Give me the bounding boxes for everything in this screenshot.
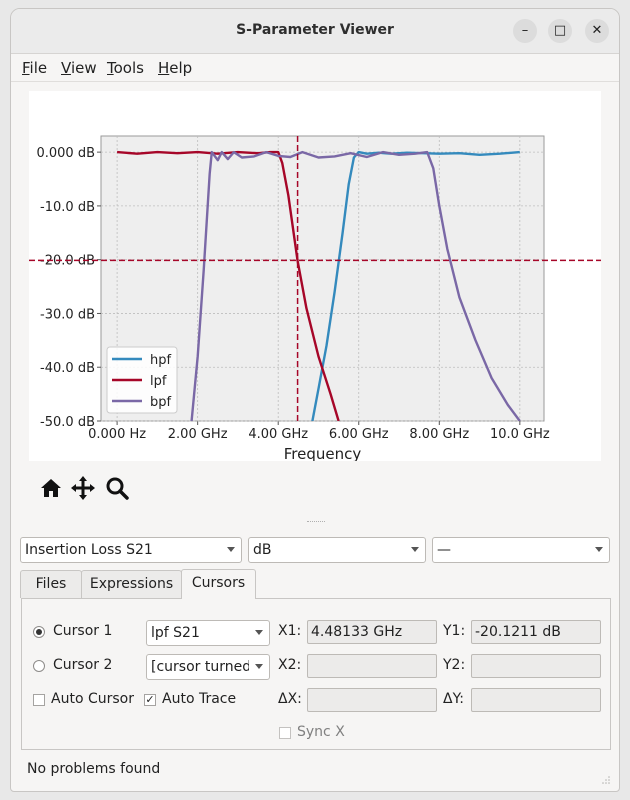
legend-label-lpf: lpf — [150, 374, 167, 389]
parameter-select-value: Insertion Loss S21 — [25, 542, 153, 558]
menu-view-accel: V — [61, 59, 71, 77]
legend-label-hpf: hpf — [150, 353, 171, 368]
legend-label-bpf: bpf — [150, 395, 172, 410]
menu-view-label: iew — [70, 59, 97, 77]
y2-label: Y2: — [443, 657, 466, 673]
status-bar-text: No problems found — [27, 761, 161, 777]
x-tick-label: 8.00 GHz — [409, 427, 469, 442]
dx-field[interactable] — [307, 688, 437, 712]
menu-file-accel: F — [22, 59, 30, 77]
unit-select-value: dB — [253, 542, 272, 558]
x-tick-label: 0.000 Hz — [88, 427, 146, 442]
menu-help-accel: H — [158, 59, 170, 77]
y1-label: Y1: — [443, 623, 466, 639]
menu-help-label: elp — [169, 59, 193, 77]
menu-view[interactable]: View — [61, 59, 97, 77]
y-tick-label: -30.0 dB — [40, 307, 95, 322]
cursors-panel: Cursor 1 lpf S21 X1: 4.48133 GHz Y1: -20… — [21, 598, 611, 750]
chevron-down-icon — [411, 547, 419, 552]
cursor1-trace-select[interactable]: lpf S21 — [146, 620, 270, 646]
cursor1-trace-value: lpf S21 — [151, 625, 200, 641]
y-tick-label: -50.0 dB — [40, 415, 95, 430]
pan-icon[interactable] — [69, 475, 97, 501]
y1-value: -20.1211 dB — [475, 624, 561, 640]
menu-tools[interactable]: Tools — [107, 59, 144, 77]
x2-field[interactable] — [307, 654, 437, 678]
x1-label: X1: — [278, 623, 302, 639]
cursor2-trace-select[interactable]: [cursor turned off] — [146, 654, 270, 680]
menu-help[interactable]: Help — [158, 59, 192, 77]
menu-tools-label: ools — [113, 59, 144, 77]
y1-field[interactable]: -20.1211 dB — [471, 620, 601, 644]
plot-canvas[interactable]: 0.000 Hz 2.00 GHz 4.00 GHz 6.00 GHz 8.00 GHz… — [29, 91, 601, 463]
third-select[interactable]: — — [432, 537, 610, 563]
third-select-value: — — [437, 542, 451, 558]
minimize-button[interactable]: – — [513, 19, 537, 43]
s-parameter-chart[interactable]: 0.000 Hz 2.00 GHz 4.00 GHz 6.00 GHz 8.00 GHz… — [29, 91, 601, 463]
x1-field[interactable]: 4.48133 GHz — [307, 620, 437, 644]
x-tick-label: 2.00 GHz — [168, 427, 228, 442]
auto-cursor-checkbox[interactable] — [33, 694, 45, 706]
x-tick-label: 10.0 GHz — [490, 427, 550, 442]
y-tick-label: -10.0 dB — [40, 200, 95, 215]
cursor2-trace-value: [cursor turned off] — [151, 659, 249, 675]
x2-label: X2: — [278, 657, 302, 673]
sync-x-label[interactable]: Sync X — [297, 724, 345, 740]
unit-select[interactable]: dB — [248, 537, 426, 563]
y-tick-label: -40.0 dB — [40, 361, 95, 376]
menu-file[interactable]: File — [22, 59, 47, 77]
tab-cursors[interactable]: Cursors — [181, 569, 256, 599]
dy-label: ΔY: — [443, 691, 464, 707]
close-button[interactable]: ✕ — [585, 19, 609, 43]
maximize-button[interactable]: □ — [548, 19, 572, 43]
resize-grip-icon[interactable] — [601, 775, 611, 785]
y-tick-label: -20.0 dB — [40, 254, 95, 269]
x1-value: 4.48133 GHz — [311, 624, 403, 640]
menu-bar: File View Tools Help — [11, 53, 619, 82]
auto-cursor-label[interactable]: Auto Cursor — [51, 691, 134, 707]
app-window: S-Parameter Viewer – □ ✕ File View Tools… — [10, 8, 620, 792]
y-tick-label: 0.000 dB — [36, 146, 95, 161]
home-icon[interactable] — [37, 475, 65, 501]
sync-x-checkbox[interactable] — [279, 727, 291, 739]
dy-field[interactable] — [471, 688, 601, 712]
splitter-handle[interactable] — [307, 521, 325, 528]
parameter-select[interactable]: Insertion Loss S21 — [20, 537, 242, 563]
x-tick-label: 6.00 GHz — [329, 427, 389, 442]
menu-tools-accel: T — [107, 59, 114, 77]
y2-field[interactable] — [471, 654, 601, 678]
auto-trace-label[interactable]: Auto Trace — [162, 691, 236, 707]
cursor1-label[interactable]: Cursor 1 — [53, 623, 112, 639]
cursor2-radio[interactable] — [33, 660, 45, 672]
menu-file-label: ile — [29, 59, 48, 77]
x-tick-label: 4.00 GHz — [248, 427, 308, 442]
tab-files[interactable]: Files — [20, 570, 82, 598]
dx-label: ΔX: — [278, 691, 302, 707]
chevron-down-icon — [255, 664, 263, 669]
x-axis-label: Frequency — [284, 445, 362, 461]
chevron-down-icon — [595, 547, 603, 552]
cursor1-radio[interactable] — [33, 626, 45, 638]
zoom-icon[interactable] — [103, 475, 131, 501]
auto-trace-checkbox[interactable]: ✓ — [144, 694, 156, 706]
cursor2-label[interactable]: Cursor 2 — [53, 657, 112, 673]
tab-expressions[interactable]: Expressions — [81, 570, 182, 598]
chevron-down-icon — [227, 547, 235, 552]
chevron-down-icon — [255, 630, 263, 635]
title-bar[interactable]: S-Parameter Viewer – □ ✕ — [11, 9, 619, 54]
